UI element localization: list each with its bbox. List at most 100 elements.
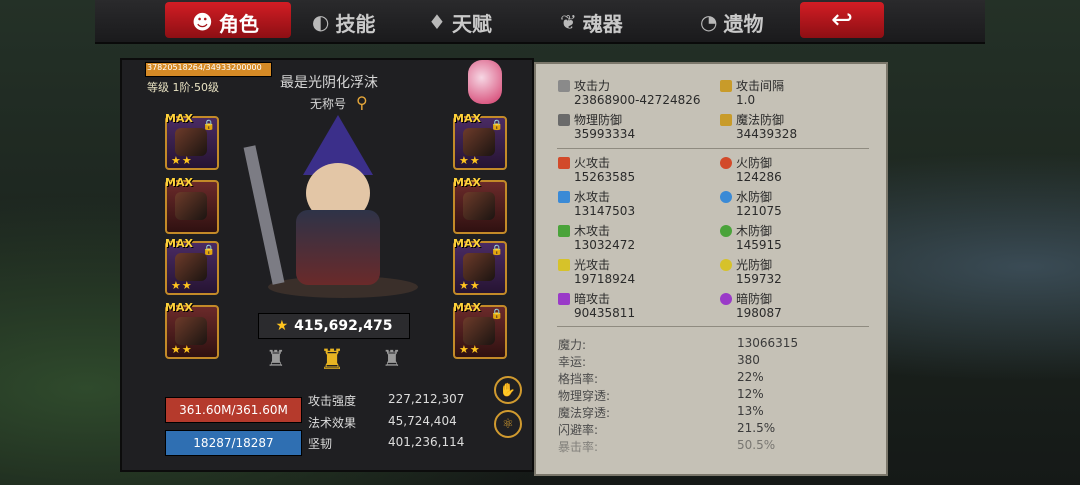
dark-attack-icon bbox=[558, 293, 570, 305]
stat-value: 23868900-42724826 bbox=[574, 93, 701, 107]
max-badge: MAX bbox=[453, 301, 481, 314]
tab-relic-label: 遗物 bbox=[723, 11, 764, 36]
back-button[interactable]: ↩ bbox=[800, 2, 884, 38]
orb-icon bbox=[175, 317, 207, 345]
stat-value: 12% bbox=[737, 387, 764, 401]
stat-value: 13% bbox=[737, 404, 764, 418]
equip-slot-left-1[interactable]: MAX 🔒 ★★ bbox=[165, 112, 219, 170]
water-defense-icon bbox=[720, 191, 732, 203]
equip-slot-left-3[interactable]: MAX 🔒 ★★ bbox=[165, 237, 219, 295]
armor-tab-1[interactable]: ♜ bbox=[262, 345, 290, 373]
mp-bar: 18287/18287 bbox=[165, 430, 302, 456]
stat-value: 198087 bbox=[736, 306, 782, 320]
stat-value: 45,724,404 bbox=[388, 414, 457, 428]
tab-soul-label: 魂器 bbox=[582, 11, 623, 36]
equip-slot-right-2[interactable]: MAX bbox=[453, 176, 507, 234]
equip-slot-left-2[interactable]: MAX bbox=[165, 176, 219, 234]
equip-slot-right-1[interactable]: MAX 🔒 ★★ bbox=[453, 112, 507, 170]
equip-slot-right-4[interactable]: MAX 🔒 ★★ bbox=[453, 301, 507, 359]
amulet-icon bbox=[463, 317, 495, 345]
dark-defense-icon bbox=[720, 293, 732, 305]
stat-value: 159732 bbox=[736, 272, 782, 286]
tab-skills[interactable]: ◐ 技能 bbox=[312, 6, 375, 38]
divider bbox=[557, 326, 869, 327]
magic-shield-icon bbox=[720, 114, 732, 126]
atom-icon[interactable]: ⚛ bbox=[494, 410, 522, 438]
character-body bbox=[296, 210, 380, 285]
potion-icon[interactable] bbox=[468, 60, 502, 104]
stat-label: 攻击力 bbox=[574, 79, 611, 93]
stat-value: 380 bbox=[737, 353, 760, 367]
light-attack-icon bbox=[558, 259, 570, 271]
character-portrait bbox=[243, 115, 428, 300]
stat-label: 幸运: bbox=[558, 355, 587, 369]
demon-icon: ☻ bbox=[192, 10, 213, 34]
player-title[interactable]: 无称号 bbox=[310, 95, 346, 112]
fire-attack-icon bbox=[558, 157, 570, 169]
stat-label: 格挡率: bbox=[558, 372, 599, 386]
stat-value: 34439328 bbox=[736, 127, 798, 141]
stat-value: 1.0 bbox=[736, 93, 756, 107]
tab-character[interactable]: ☻ 角色 bbox=[192, 6, 259, 38]
hand-icon[interactable]: ✋ bbox=[494, 376, 522, 404]
tab-soul[interactable]: ❦ 魂器 bbox=[560, 6, 623, 38]
stat-label: 物理穿透: bbox=[558, 389, 611, 403]
stat-value: 227,212,307 bbox=[388, 392, 465, 406]
equip-slot-left-4[interactable]: MAX ★★ bbox=[165, 301, 219, 359]
wood-defense-icon bbox=[720, 225, 732, 237]
hp-bar: 361.60M/361.60M bbox=[165, 397, 302, 423]
slot-stars: ★★ bbox=[171, 279, 193, 292]
stat-label: 木防御 bbox=[736, 224, 773, 238]
wood-attack-icon bbox=[558, 225, 570, 237]
slot-stars: ★★ bbox=[459, 154, 481, 167]
stat-label: 魔法穿透: bbox=[558, 406, 611, 420]
water-attack-icon bbox=[558, 191, 570, 203]
stat-value: 50.5% bbox=[737, 438, 776, 452]
stat-label: 法术效果 bbox=[308, 416, 357, 430]
max-badge: MAX bbox=[165, 301, 193, 314]
stat-label: 木攻击 bbox=[574, 224, 611, 238]
search-icon[interactable]: ⚲ bbox=[356, 93, 368, 112]
stat-label: 攻击间隔 bbox=[736, 79, 785, 93]
stat-value: 13032472 bbox=[574, 238, 636, 252]
lock-icon: 🔒 bbox=[202, 120, 215, 131]
tab-talent[interactable]: ♦ 天赋 bbox=[428, 6, 492, 38]
stat-value: 145915 bbox=[736, 238, 782, 252]
player-level: 等级 1阶·50级 bbox=[147, 81, 219, 94]
mask-icon bbox=[463, 192, 495, 220]
stat-label: 闪避率: bbox=[558, 423, 599, 437]
stat-value: 35993334 bbox=[574, 127, 636, 141]
lock-icon: 🔒 bbox=[490, 120, 503, 131]
armor-dark-icon: ♜ bbox=[382, 346, 402, 372]
combat-power-value: 415,692,475 bbox=[294, 318, 393, 334]
divider bbox=[557, 148, 869, 149]
tree-icon: ♦ bbox=[428, 10, 446, 34]
stat-value: 90435811 bbox=[574, 306, 636, 320]
stat-label: 暗防御 bbox=[736, 292, 773, 306]
tab-character-label: 角色 bbox=[218, 11, 259, 36]
helmet-icon bbox=[463, 253, 495, 281]
sword-icon bbox=[558, 80, 570, 92]
stat-value: 401,236,114 bbox=[388, 435, 465, 449]
armor-tab-3[interactable]: ♜ bbox=[378, 345, 406, 373]
max-badge: MAX bbox=[165, 112, 193, 125]
stat-value: 15263585 bbox=[574, 170, 636, 184]
equip-slot-right-3[interactable]: MAX 🔒 ★★ bbox=[453, 237, 507, 295]
max-badge: MAX bbox=[453, 176, 481, 189]
stat-label: 光防御 bbox=[736, 258, 773, 272]
player-name: 最是光阴化浮沫 bbox=[280, 75, 378, 91]
stat-label: 魔力: bbox=[558, 338, 587, 352]
armor-tab-2[interactable]: ♜ bbox=[318, 342, 346, 376]
boot-icon bbox=[463, 128, 495, 156]
max-badge: MAX bbox=[453, 112, 481, 125]
tab-relic[interactable]: ◔ 遗物 bbox=[700, 6, 763, 38]
slot-stars: ★★ bbox=[459, 343, 481, 356]
light-defense-icon bbox=[720, 259, 732, 271]
stat-label: 物理防御 bbox=[574, 113, 623, 127]
armor-gold-icon: ♜ bbox=[319, 342, 345, 376]
shoulder-icon bbox=[175, 253, 207, 281]
armor-light-icon: ♜ bbox=[266, 346, 286, 372]
lock-icon: 🔒 bbox=[490, 245, 503, 256]
glove-icon bbox=[175, 192, 207, 220]
stat-label: 暴击率: bbox=[558, 440, 599, 454]
